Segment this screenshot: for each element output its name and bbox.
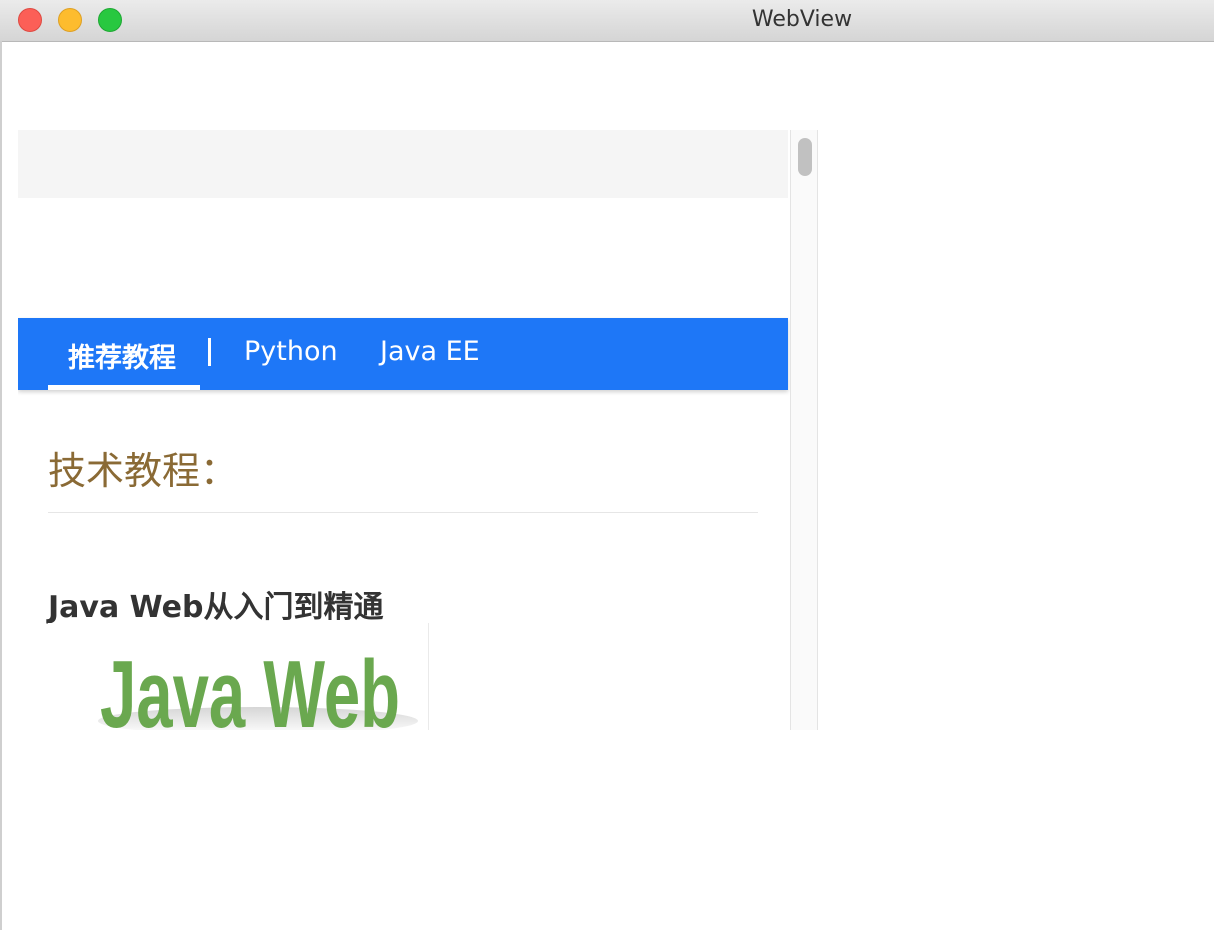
nav-separator: [208, 338, 211, 366]
web-view[interactable]: 推荐教程 Python Java EE 技术教程： Java Web从入门到精通…: [18, 130, 818, 730]
article-thumbnail[interactable]: Java Web: [48, 623, 429, 730]
section-divider: [48, 512, 758, 513]
nav-bar: 推荐教程 Python Java EE: [18, 318, 788, 390]
page-top-band: [18, 130, 788, 198]
scrollbar-thumb[interactable]: [798, 138, 812, 176]
section-title: 技术教程：: [48, 449, 239, 493]
article-title[interactable]: Java Web从入门到精通: [48, 582, 384, 626]
nav-tab-recommended[interactable]: 推荐教程: [68, 336, 176, 375]
window-border: [0, 41, 2, 930]
svg-text:Java Web: Java Web: [100, 641, 400, 730]
window-titlebar: WebView: [0, 0, 1214, 42]
java-web-logo-image: Java Web: [98, 641, 418, 730]
nav-tab-python[interactable]: Python: [244, 336, 338, 367]
window-title: WebView: [751, 7, 853, 32]
nav-active-indicator: [48, 385, 200, 390]
nav-tab-java-ee[interactable]: Java EE: [380, 336, 480, 367]
vertical-scrollbar[interactable]: [790, 130, 818, 730]
